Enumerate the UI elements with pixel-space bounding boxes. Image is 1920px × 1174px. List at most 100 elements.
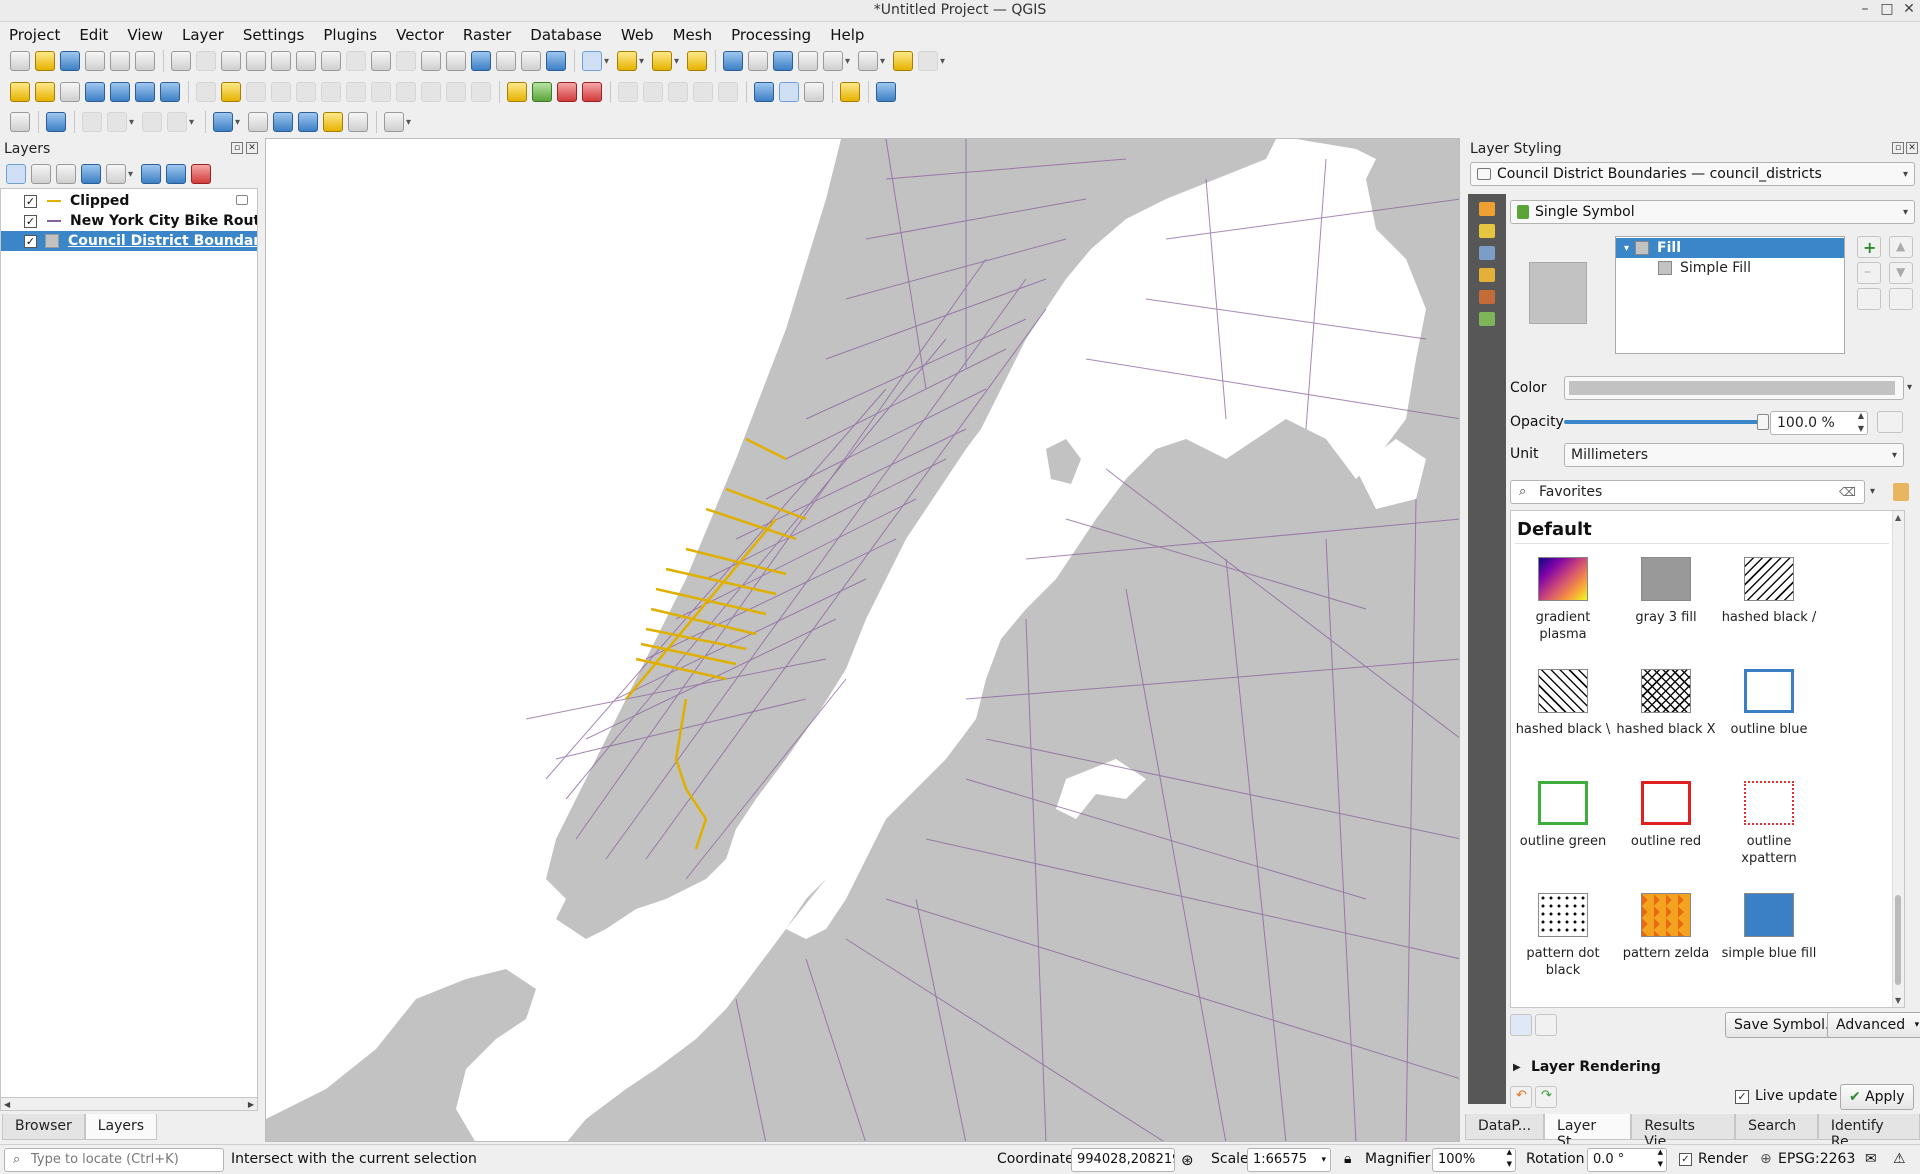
rotate-label-icon[interactable] [643, 82, 663, 102]
spinner-arrows-icon[interactable]: ▲ ▼ [1658, 1149, 1663, 1170]
tab-data-provider[interactable]: DataP... [1465, 1114, 1545, 1140]
undo-icon[interactable] [446, 82, 466, 102]
redo-style-button[interactable]: ↷ [1535, 1086, 1557, 1108]
tree-item-simple-fill[interactable]: Simple Fill [1616, 258, 1844, 278]
scroll-up-icon[interactable]: ▲ [1895, 513, 1901, 522]
scroll-right-icon[interactable]: ▶ [248, 1100, 254, 1109]
close-panel-icon[interactable]: ✕ [246, 142, 258, 154]
change-label-icon[interactable] [668, 82, 688, 102]
menu-vector[interactable]: Vector [387, 22, 454, 46]
plugin-c-icon[interactable] [804, 82, 824, 102]
open-styling-icon[interactable] [6, 164, 26, 184]
data-source-manager-icon[interactable] [10, 82, 30, 102]
layer-row-clipped[interactable]: ✓ Clipped [1, 191, 257, 211]
attribute-table-icon[interactable] [748, 51, 768, 71]
undo-style-button[interactable]: ↶ [1510, 1086, 1532, 1108]
expand-arrow-icon[interactable]: ▶ [1513, 1062, 1521, 1073]
zoom-next-icon[interactable] [396, 51, 416, 71]
save-project-icon[interactable] [60, 51, 80, 71]
apply-button[interactable]: ✔ Apply [1840, 1084, 1914, 1110]
live-update-checkbox[interactable]: ✓ [1735, 1090, 1749, 1104]
pin-labels-icon[interactable] [532, 82, 552, 102]
modify-attributes-icon[interactable] [321, 82, 341, 102]
layer-visibility-checkbox[interactable]: ✓ [24, 234, 37, 248]
menu-help[interactable]: Help [821, 22, 874, 46]
identify-icon[interactable] [723, 51, 743, 71]
lock-scale-icon[interactable]: 🔒︎ [1344, 1151, 1351, 1167]
layer-row-council-districts[interactable]: ✓ Council District Boundaries — [1, 231, 257, 251]
chevron-down-icon[interactable]: ▾ [1870, 480, 1886, 504]
topological-editing-icon[interactable] [273, 112, 293, 132]
print-layout-icon[interactable] [110, 51, 130, 71]
deselect-icon[interactable] [652, 51, 672, 71]
filter-indicator-icon[interactable] [236, 195, 248, 205]
scroll-left-icon[interactable]: ◀ [4, 1100, 10, 1109]
web-layer-icon[interactable] [46, 112, 66, 132]
select-by-value-icon[interactable] [617, 51, 637, 71]
color-button[interactable] [1564, 376, 1904, 400]
close-panel-icon[interactable]: ✕ [1906, 142, 1918, 154]
add-vector-layer-icon[interactable] [60, 82, 80, 102]
remove-layer-icon[interactable] [191, 164, 211, 184]
symbol-pattern-zelda[interactable]: pattern zelda [1616, 893, 1716, 1003]
remove-symbol-layer-button[interactable]: – [1857, 262, 1881, 284]
layer-visibility-checkbox[interactable]: ✓ [24, 194, 37, 208]
collapse-all-icon[interactable] [166, 164, 186, 184]
duplicate-layer-button[interactable] [1857, 288, 1881, 310]
help-contents-icon[interactable] [876, 82, 896, 102]
show-hide-labels-icon[interactable] [582, 82, 602, 102]
float-panel-icon[interactable]: ▫ [231, 142, 243, 154]
zoom-layer-icon[interactable] [321, 51, 341, 71]
annotation-icon[interactable] [918, 51, 938, 71]
rotation-field[interactable]: 0.0 ° ▲ ▼ [1587, 1148, 1667, 1172]
style-manager-icon[interactable] [1893, 483, 1909, 501]
locator-search-input[interactable]: ⌕ Type to locate (Ctrl+K) [4, 1148, 224, 1172]
paste-features-icon[interactable] [421, 82, 441, 102]
zoom-full-icon[interactable] [271, 51, 291, 71]
icon-view-button[interactable] [1510, 1014, 1532, 1036]
plugin-b-icon[interactable] [779, 82, 799, 102]
render-checkbox[interactable]: ✓ [1679, 1153, 1692, 1166]
scale-field[interactable]: 1:66575 ▾ [1247, 1148, 1331, 1172]
move-up-button[interactable]: ▲ [1889, 236, 1913, 258]
zoom-in-icon[interactable] [221, 51, 241, 71]
maximize-icon[interactable]: □ [1878, 1, 1896, 17]
style-manager-icon[interactable] [135, 51, 155, 71]
tab-results-viewer[interactable]: Results Vie... [1631, 1114, 1736, 1150]
label-properties-icon[interactable] [718, 82, 738, 102]
reshape-icon[interactable] [142, 112, 162, 132]
layer-visibility-checkbox[interactable]: ✓ [24, 214, 37, 228]
plugin-a-icon[interactable] [754, 82, 774, 102]
add-group-icon[interactable] [31, 164, 51, 184]
opacity-slider[interactable] [1564, 420, 1764, 424]
chevron-down-icon[interactable]: ▾ [845, 56, 852, 67]
tab-browser[interactable]: Browser [2, 1114, 85, 1140]
add-symbol-layer-button[interactable]: + [1857, 236, 1881, 258]
lock-layer-button[interactable] [1889, 288, 1913, 310]
menu-raster[interactable]: Raster [454, 22, 521, 46]
select-features-icon[interactable] [582, 51, 602, 71]
chevron-down-icon[interactable]: ▾ [639, 56, 646, 67]
map-tips-icon[interactable] [893, 51, 913, 71]
elevation-profile-icon[interactable] [10, 112, 30, 132]
symbol-outline-blue[interactable]: outline blue [1719, 669, 1819, 779]
new-map-view-icon[interactable] [421, 51, 441, 71]
zoom-last-icon[interactable] [371, 51, 391, 71]
coordinate-field[interactable]: 994028,208219 [1071, 1148, 1175, 1172]
menu-plugins[interactable]: Plugins [314, 22, 387, 46]
show-bookmarks-icon[interactable] [496, 51, 516, 71]
cut-features-icon[interactable] [371, 82, 391, 102]
float-panel-icon[interactable]: ▫ [1892, 142, 1904, 154]
refresh-icon[interactable] [546, 51, 566, 71]
tab-identify-results[interactable]: Identify Re... [1817, 1114, 1920, 1150]
toggle-editing-icon[interactable] [221, 82, 241, 102]
menu-edit[interactable]: Edit [70, 22, 118, 46]
symbol-outline-green[interactable]: outline green [1513, 781, 1613, 891]
symbol-pattern-dot-black[interactable]: pattern dot black [1513, 893, 1613, 1003]
chevron-down-icon[interactable]: ▾ [604, 56, 611, 67]
opacity-spinbox[interactable]: 100.0 % ▲ ▼ [1770, 411, 1868, 435]
symbology-tab-icon[interactable] [1479, 202, 1495, 216]
symbol-hashed-black-forward[interactable]: hashed black / [1719, 557, 1819, 667]
move-diagram-icon[interactable] [693, 82, 713, 102]
pan-to-selection-icon[interactable] [196, 51, 216, 71]
